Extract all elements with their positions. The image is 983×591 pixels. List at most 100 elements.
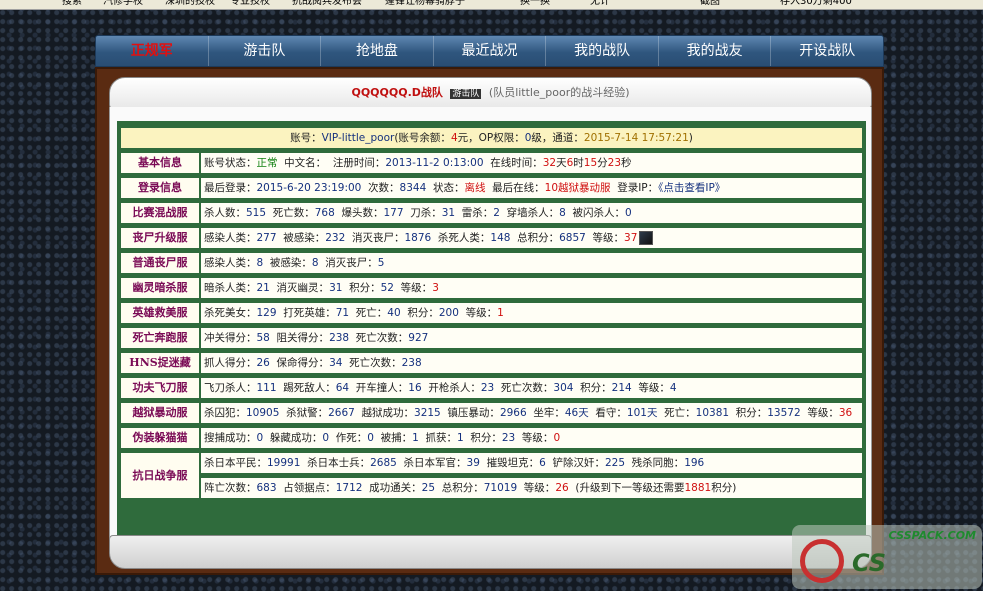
row-values: 感染人类：277 被感染：232 消灭丧尸：1876 杀死人类：148 总积分：… (200, 227, 863, 249)
stat-fragment: 抓获： (418, 432, 457, 444)
stats-row: 普通丧尸服 感染人类：8 被感染：8 消灭丧尸：5 (120, 252, 863, 274)
browser-toolbar-item[interactable]: 存入30万剩400 (780, 0, 852, 7)
stat-fragment: 6857 (559, 232, 586, 244)
nav-tab-6[interactable]: 开设战队 (771, 36, 883, 66)
stat-fragment: 分 (597, 157, 608, 169)
stat-fragment: 0 (625, 207, 632, 219)
stat-fragment: 坐牢： (526, 407, 565, 419)
stats-table: 账号：VIP-little_poor(账号余额：4元，OP权限：0级，通道：20… (120, 124, 863, 502)
stat-fragment: 账号状态： (204, 157, 257, 169)
stat-fragment: 2667 (328, 407, 355, 419)
stats-row: HNS捉迷藏 抓人得分：26 保命得分：34 死亡次数：238 (120, 352, 863, 374)
stat-fragment: 杀囚犯： (204, 407, 246, 419)
nav-tab-5[interactable]: 我的战友 (659, 36, 772, 66)
stat-fragment: 214 (611, 382, 632, 394)
stat-fragment: 《点击查看IP》 (658, 182, 726, 194)
row-label[interactable]: 普通丧尸服 (120, 252, 200, 274)
row-label[interactable]: 英雄救美服 (120, 302, 200, 324)
stat-fragment: 打死英雄： (276, 307, 336, 319)
nav-tab-3[interactable]: 最近战况 (434, 36, 547, 66)
stats-row: 基本信息 账号状态：正常 中文名： 注册时间：2013-11-2 0:13:00 … (120, 152, 863, 174)
stat-fragment: 19991 (267, 457, 301, 469)
stat-fragment: 刀杀： (403, 207, 442, 219)
stats-row: 英雄救美服 杀死美女：129 打死英雄：71 死亡：40 积分：200 等级：1 (120, 302, 863, 324)
stat-fragment: 死亡次数： (349, 332, 409, 344)
row-label[interactable]: HNS捉迷藏 (120, 352, 200, 374)
stat-fragment: 515 (246, 207, 267, 219)
stat-fragment: 64 (335, 382, 350, 394)
stat-fragment: 225 (604, 457, 625, 469)
balance-label: (账号余额： (394, 132, 451, 144)
nav-tab-1[interactable]: 游击队 (209, 36, 322, 66)
stat-fragment: 2966 (499, 407, 527, 419)
browser-toolbar-item[interactable]: 专业技校 (230, 0, 270, 7)
browser-toolbar-item[interactable]: 深圳的技校 (165, 0, 215, 7)
nav-tab-2[interactable]: 抢地盘 (321, 36, 434, 66)
stat-fragment: 最后在线： (485, 182, 545, 194)
browser-toolbar-item[interactable]: 无计 (590, 0, 610, 7)
stat-fragment: 23 (480, 382, 495, 394)
row-label[interactable]: 基本信息 (120, 152, 200, 174)
nav-tab-4[interactable]: 我的战队 (546, 36, 659, 66)
browser-toolbar-item[interactable]: 抗战阅兵发布会 (292, 0, 362, 7)
balance-value: 4 (450, 132, 458, 144)
stat-fragment: 2013-11-2 0:13:00 (385, 157, 484, 169)
browser-toolbar-item[interactable]: 汽修学校 (103, 0, 143, 7)
row-label[interactable]: 幽灵暗杀服 (120, 277, 200, 299)
stats-row: 越狱暴动服 杀囚犯：10905 杀狱警：2667 越狱成功：3215 镇压暴动：2… (120, 402, 863, 424)
row-label[interactable]: 登录信息 (120, 177, 200, 199)
row-label[interactable]: 功夫飞刀服 (120, 377, 200, 399)
stat-fragment: 23 (607, 157, 622, 169)
team-name[interactable]: QQQQQQ.D战队 (351, 86, 442, 99)
row-values: 暗杀人类：21 消灭幽灵：31 积分：52 等级：3 (200, 277, 863, 299)
browser-toolbar-item[interactable]: 蓬锋让杨幂骑脖子 (385, 0, 465, 7)
stat-fragment: 秒 (621, 157, 632, 169)
stat-fragment: 雷杀： (455, 207, 494, 219)
stat-fragment: 101天 (626, 407, 658, 419)
row-values: 冲关得分：58 阻关得分：238 死亡次数：927 (200, 327, 863, 349)
stat-fragment: 越狱成功： (354, 407, 415, 419)
scroll-footer (109, 535, 872, 569)
stat-fragment: 0 (553, 432, 561, 444)
row-label[interactable]: 丧尸升级服 (120, 227, 200, 249)
browser-toolbar-item[interactable]: 截图 (700, 0, 720, 7)
stat-fragment: 次数： (361, 182, 400, 194)
row-label[interactable]: 越狱暴动服 (120, 402, 200, 424)
stat-fragment: 等级： (458, 307, 498, 319)
row-label[interactable]: 抗日战争服 (120, 452, 200, 499)
stat-fragment: 被感染： (263, 257, 312, 269)
row-label[interactable]: 比赛混战服 (120, 202, 200, 224)
browser-toolbar-item[interactable]: 换一换 (520, 0, 550, 7)
stat-fragment: 杀死人类： (431, 232, 491, 244)
stat-fragment: 46天 (564, 407, 589, 419)
stat-fragment: 277 (256, 232, 277, 244)
stat-fragment: 铲除汉奸： (545, 457, 605, 469)
row-values: 阵亡次数：683 占领据点：1712 成功通关：25 总积分：71019 等级：… (200, 477, 863, 499)
browser-toolbar-item[interactable]: 搜索 (62, 0, 82, 7)
row-label[interactable]: 伪装躲猫猫 (120, 427, 200, 449)
stat-fragment: 踢死敌人： (276, 382, 336, 394)
row-label[interactable]: 死亡奔跑服 (120, 327, 200, 349)
stat-fragment: 正常 (256, 157, 278, 169)
stats-row-continued: 阵亡次数：683 占领据点：1712 成功通关：25 总积分：71019 等级：… (120, 477, 863, 499)
account-id: VIP-little_poor (321, 132, 395, 144)
nav-tab-0[interactable]: 正规军 (96, 36, 209, 66)
stat-fragment: 0 (367, 432, 374, 444)
stat-fragment: 31 (329, 282, 343, 294)
stat-fragment: 1 (412, 432, 419, 444)
stats-row: 死亡奔跑服 冲关得分：58 阻关得分：238 死亡次数：927 (120, 327, 863, 349)
stat-fragment: 26 (256, 357, 270, 369)
stat-fragment: 238 (329, 332, 350, 344)
stat-fragment: 等级： (517, 482, 556, 494)
row-values: 最后登录：2015-6-20 23:19:00 次数：8344 状态：离线 最后… (200, 177, 863, 199)
stat-fragment: 2685 (370, 457, 397, 469)
stat-fragment: 2015-6-20 23:19:00 (256, 182, 362, 194)
stat-fragment: 8 (311, 257, 319, 269)
account-cell: 账号：VIP-little_poor(账号余额：4元，OP权限：0级，通道：20… (120, 127, 863, 149)
stat-fragment: 1876 (404, 232, 432, 244)
stat-fragment: 死亡次数： (342, 357, 402, 369)
stat-fragment: 被闪杀人： (565, 207, 626, 219)
stat-fragment: 23 (501, 432, 516, 444)
stat-fragment: 32 (542, 157, 557, 169)
stat-fragment: 5 (377, 257, 385, 269)
